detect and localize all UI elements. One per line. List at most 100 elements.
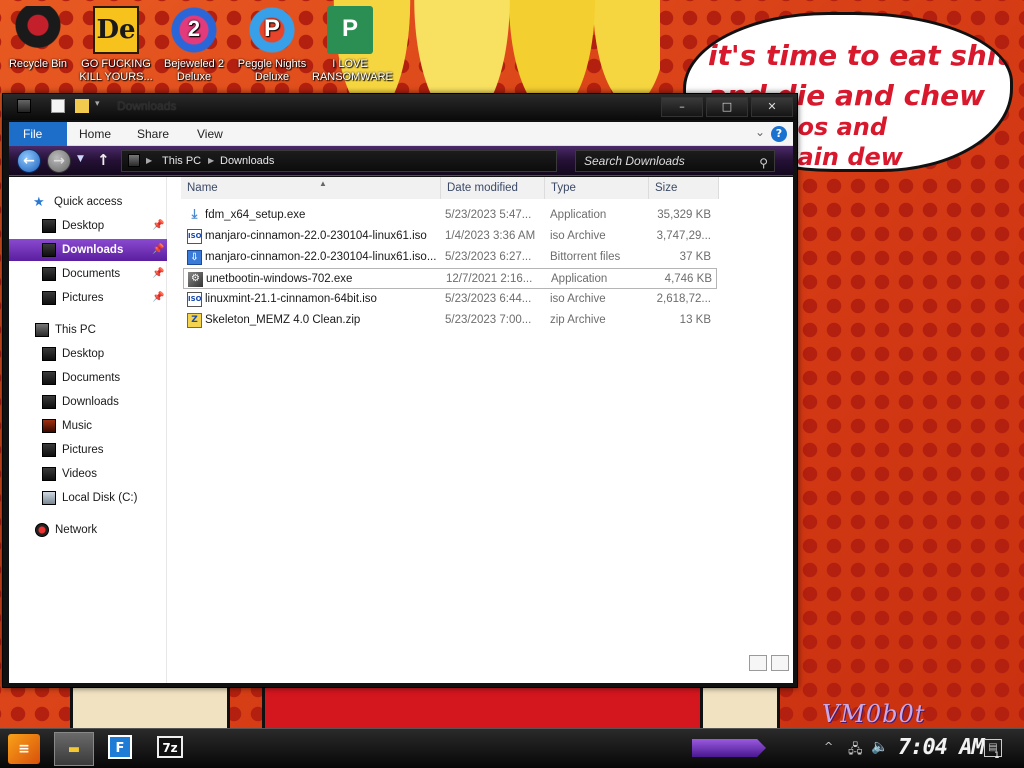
file-row[interactable]: ⇩ manjaro-cinnamon-22.0-230104-linux61.i… bbox=[183, 247, 717, 268]
title-bar[interactable]: ▾ Downloads – □ ✕ bbox=[3, 94, 797, 120]
tab-home[interactable]: Home bbox=[65, 122, 125, 146]
bejeweled-icon: 2 bbox=[171, 6, 217, 54]
file-date: 1/4/2023 3:36 AM bbox=[445, 230, 536, 242]
file-row[interactable]: ⤓ fdm_x64_setup.exe 5/23/2023 5:47... Ap… bbox=[183, 205, 717, 226]
sidebar-item-label: Music bbox=[62, 420, 93, 432]
sidebar-item-pc-videos[interactable]: Videos bbox=[9, 463, 167, 485]
breadcrumb-separator-icon: ▶ bbox=[208, 156, 215, 165]
file-date: 12/7/2021 2:16... bbox=[446, 273, 533, 285]
tab-share[interactable]: Share bbox=[123, 122, 183, 146]
file-date: 5/23/2023 6:44... bbox=[445, 293, 532, 305]
desktop-icon-publisher[interactable]: P I LOVE RANSOMWARE bbox=[312, 6, 393, 84]
pin-icon[interactable]: 📌 bbox=[152, 239, 164, 261]
close-button[interactable]: ✕ bbox=[751, 97, 793, 117]
back-button[interactable]: ← bbox=[17, 149, 41, 173]
sidebar-item-network[interactable]: Network bbox=[9, 519, 167, 541]
this-pc-icon bbox=[35, 323, 49, 337]
file-row[interactable]: ISO manjaro-cinnamon-22.0-230104-linux61… bbox=[183, 226, 717, 247]
minimize-button[interactable]: – bbox=[661, 97, 703, 117]
pictures-folder-icon bbox=[42, 291, 56, 305]
taskbar-file-explorer[interactable]: ▬ bbox=[54, 732, 94, 766]
column-header-label: Name bbox=[187, 182, 218, 194]
watermark: VM0b0t bbox=[822, 700, 926, 728]
desktop-folder-icon bbox=[42, 347, 56, 361]
desktop-icon-label: Recycle Bin bbox=[8, 58, 68, 70]
wallpaper-bottom bbox=[40, 686, 780, 732]
search-icon[interactable]: ⚲ bbox=[759, 153, 768, 173]
up-button[interactable]: ↑ bbox=[97, 151, 110, 169]
taskbar-download-manager[interactable]: F bbox=[100, 732, 140, 766]
breadcrumb-this-pc[interactable]: This PC bbox=[162, 151, 201, 171]
large-icons-view-icon[interactable] bbox=[771, 655, 789, 671]
details-view-icon[interactable] bbox=[749, 655, 767, 671]
file-row[interactable]: ⚙ unetbootin-windows-702.exe 12/7/2021 2… bbox=[183, 268, 717, 289]
sidebar-item-label: Desktop bbox=[62, 348, 105, 360]
volume-icon[interactable]: 🔈 bbox=[871, 739, 888, 755]
file-date: 5/23/2023 6:27... bbox=[445, 251, 532, 263]
pin-icon[interactable]: 📌 bbox=[152, 263, 164, 285]
tab-file[interactable]: File bbox=[9, 122, 67, 146]
desktop-icon-de-game[interactable]: De GO FUCKING KILL YOURS... bbox=[78, 6, 154, 84]
help-button[interactable]: ? bbox=[771, 126, 787, 142]
sidebar-item-this-pc[interactable]: This PC bbox=[9, 319, 167, 341]
pin-icon[interactable]: 📌 bbox=[152, 215, 164, 237]
file-type: Application bbox=[551, 273, 608, 285]
file-date: 5/23/2023 5:47... bbox=[445, 209, 532, 221]
search-input[interactable]: Search Downloads ⚲ bbox=[575, 150, 775, 172]
file-row[interactable]: Z Skeleton_MEMZ 4.0 Clean.zip 5/23/2023 … bbox=[183, 310, 717, 331]
chevron-down-icon[interactable]: ▾ bbox=[95, 99, 109, 113]
desktop-icon-peggle[interactable]: P Peggle Nights Deluxe bbox=[234, 6, 310, 84]
file-type: zip Archive bbox=[550, 314, 606, 326]
taskbar-clock[interactable]: 7:04 AM bbox=[898, 735, 985, 760]
sidebar-item-pc-music[interactable]: Music bbox=[9, 415, 167, 437]
network-tray-icon[interactable]: 🖧 bbox=[848, 740, 863, 762]
sidebar-item-quick-access[interactable]: ★ Quick access bbox=[9, 191, 167, 213]
maximize-button[interactable]: □ bbox=[706, 97, 748, 117]
show-hidden-icons-icon[interactable]: ^ bbox=[824, 740, 833, 753]
sidebar-item-downloads[interactable]: Downloads 📌 bbox=[9, 239, 167, 261]
iso-icon: ISO bbox=[187, 292, 202, 307]
sidebar-item-pictures[interactable]: Pictures 📌 bbox=[9, 287, 167, 309]
desktop-icon-recycle-bin[interactable]: Recycle Bin bbox=[0, 6, 76, 71]
file-type: Application bbox=[550, 209, 607, 221]
explorer-window: ▾ Downloads – □ ✕ File Home Share View ⌄… bbox=[2, 93, 798, 688]
pin-icon[interactable]: 📌 bbox=[152, 287, 164, 309]
sidebar-item-label: Downloads bbox=[62, 244, 124, 256]
column-header-size[interactable]: Size bbox=[649, 177, 719, 199]
sidebar-item-pc-pictures[interactable]: Pictures bbox=[9, 439, 167, 461]
file-row[interactable]: ISO linuxmint-21.1-cinnamon-64bit.iso 5/… bbox=[183, 289, 717, 310]
sidebar-item-pc-downloads[interactable]: Downloads bbox=[9, 391, 167, 413]
forward-button[interactable]: → bbox=[47, 149, 71, 173]
taskbar: ≡ ▬ F 7z ^ 🖧 🔈 7:04 AM ▤ 1 bbox=[0, 728, 1024, 768]
file-type: Bittorrent files bbox=[550, 251, 621, 263]
taskbar-decoration bbox=[692, 739, 766, 757]
sidebar-item-documents[interactable]: Documents 📌 bbox=[9, 263, 167, 285]
column-header-name[interactable]: Name ▲ bbox=[181, 177, 441, 199]
sidebar-item-label: Pictures bbox=[62, 292, 104, 304]
peggle-icon: P bbox=[249, 6, 295, 54]
sidebar-item-label: Documents bbox=[62, 372, 121, 384]
properties-icon[interactable] bbox=[51, 99, 65, 113]
sort-ascending-icon: ▲ bbox=[319, 179, 327, 188]
explorer-icon[interactable] bbox=[17, 99, 31, 113]
de-game-icon: De bbox=[93, 6, 139, 54]
7zip-icon: 7z bbox=[157, 736, 183, 758]
sidebar-item-pc-documents[interactable]: Documents bbox=[9, 367, 167, 389]
sidebar-item-desktop[interactable]: Desktop 📌 bbox=[9, 215, 167, 237]
column-header-type[interactable]: Type bbox=[545, 177, 649, 199]
address-bar[interactable]: ▶ This PC ▶ Downloads bbox=[121, 150, 557, 172]
expand-ribbon-icon[interactable]: ⌄ bbox=[755, 125, 765, 139]
sidebar-item-pc-desktop[interactable]: Desktop bbox=[9, 343, 167, 365]
column-header-date[interactable]: Date modified bbox=[441, 177, 545, 199]
breadcrumb-downloads[interactable]: Downloads bbox=[220, 151, 274, 171]
desktop-icon-label: GO FUCKING KILL YOURS... bbox=[79, 58, 153, 83]
tab-view[interactable]: View bbox=[183, 122, 237, 146]
start-button[interactable]: ≡ bbox=[8, 734, 40, 764]
wallpaper-panel bbox=[70, 686, 230, 732]
recent-locations-icon[interactable]: ▼ bbox=[77, 154, 84, 164]
new-folder-icon[interactable] bbox=[75, 99, 89, 113]
taskbar-7zip[interactable]: 7z bbox=[150, 732, 190, 766]
desktop-icon-bejeweled[interactable]: 2 Bejeweled 2 Deluxe bbox=[156, 6, 232, 84]
sidebar-item-local-disk[interactable]: Local Disk (C:) bbox=[9, 487, 167, 509]
downloads-folder-icon bbox=[42, 395, 56, 409]
